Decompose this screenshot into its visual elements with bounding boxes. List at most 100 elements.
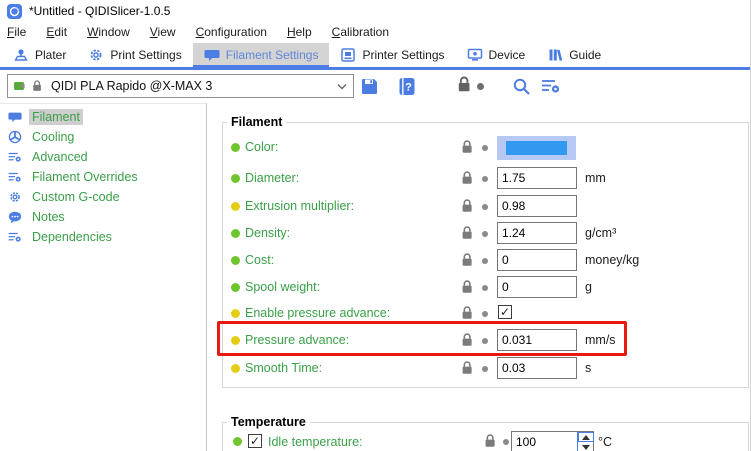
tab-device[interactable]: Device [456,43,537,67]
setting-row-density: Density: g/cm³ [223,222,748,246]
lock-icon[interactable] [461,361,473,375]
idle-temperature-input[interactable] [512,432,576,451]
menu-window[interactable]: Window [80,23,140,42]
diameter-input[interactable] [497,167,577,189]
settings-search-icon[interactable] [541,77,561,98]
tab-guide[interactable]: Guide [536,43,612,67]
tab-plater[interactable]: Plater [2,43,77,67]
extrusion-multiplier-input[interactable] [497,195,577,217]
sidebar-item-filament-overrides[interactable]: Filament Overrides [0,167,206,187]
sidebar-item-advanced[interactable]: Advanced [0,147,206,167]
sync-dot[interactable] [482,176,488,182]
gear-icon [8,190,22,204]
setting-row-smooth-time: Smooth Time: s [223,357,748,381]
sidebar-item-notes[interactable]: Notes [0,207,206,227]
lock-icon[interactable] [461,140,473,154]
sync-dot[interactable] [482,145,488,151]
density-input[interactable] [497,222,577,244]
sidebar-item-label: Filament Overrides [29,169,141,185]
printer-icon [340,47,356,63]
idle-temperature-checkbox[interactable]: ✓ [248,434,262,448]
filament-section: Filament Color: Diameter: mm Extrusion m… [222,122,749,388]
setting-row-pressure-advance: Pressure advance: mm/s [223,329,748,353]
plater-icon [13,47,29,63]
title-bar: *Untitled - QIDISlicer-1.0.5 [0,0,750,22]
tab-label: Device [489,48,526,62]
main-tab-bar: Plater Print Settings Filament Settings … [0,43,751,70]
lock-icon[interactable] [461,253,473,267]
pressure-advance-input[interactable] [497,329,577,351]
smooth-time-input[interactable] [497,357,577,379]
sync-dot[interactable] [482,311,488,317]
lock-icon[interactable] [457,76,471,96]
filament-spool-icon [13,79,28,93]
sync-dot[interactable] [482,338,488,344]
setting-unit: °C [598,435,612,449]
lock-icon[interactable] [461,226,473,240]
tab-label: Plater [35,48,66,62]
color-swatch[interactable] [497,136,576,160]
lock-icon [32,80,42,92]
window-title: *Untitled - QIDISlicer-1.0.5 [29,4,170,18]
list-gear-icon [8,170,22,184]
preset-combobox[interactable]: QIDI PLA Rapido @X-MAX 3 [7,74,354,98]
lock-icon[interactable] [461,280,473,294]
menu-help[interactable]: Help [280,23,322,42]
menu-view[interactable]: View [143,23,186,42]
preset-toolbar: QIDI PLA Rapido @X-MAX 3 ? [0,70,750,103]
cost-input[interactable] [497,249,577,271]
sidebar-item-label: Cooling [29,129,77,145]
sync-dot[interactable] [482,258,488,264]
modified-dot [231,283,240,292]
color-swatch-value [506,141,567,155]
sync-dot[interactable] [477,83,484,90]
app-logo-icon [7,4,22,19]
enable-pressure-advance-checkbox[interactable]: ✓ [498,305,512,319]
menu-file[interactable]: File [0,23,36,42]
tab-printer-settings[interactable]: Printer Settings [329,43,455,67]
menu-configuration[interactable]: Configuration [189,23,277,42]
setting-unit: s [585,361,591,375]
lock-icon[interactable] [461,199,473,213]
menu-edit[interactable]: Edit [39,23,77,42]
setting-label: Color: [245,140,278,154]
lock-icon[interactable] [461,333,473,347]
help-icon[interactable]: ? [398,77,416,99]
spin-down-button[interactable] [578,442,594,451]
sidebar-item-cooling[interactable]: Cooling [0,127,206,147]
sync-dot[interactable] [482,231,488,237]
preset-name: QIDI PLA Rapido @X-MAX 3 [46,79,333,93]
setting-unit: mm/s [585,333,616,347]
tab-filament-settings[interactable]: Filament Settings [193,43,330,67]
setting-row-spool-weight: Spool weight: g [223,276,748,300]
settings-sidebar: Filament Cooling Advanced [0,103,207,451]
spin-up-button[interactable] [578,432,594,442]
setting-unit: mm [585,171,606,185]
sync-dot[interactable] [482,204,488,210]
sidebar-item-label: Custom G-code [29,189,123,205]
sync-dot[interactable] [482,366,488,372]
sidebar-item-custom-gcode[interactable]: Custom G-code [0,187,206,207]
sync-dot[interactable] [482,285,488,291]
lock-icon[interactable] [484,434,496,451]
arrow-up-icon [582,435,590,440]
sidebar-item-label: Advanced [29,149,91,165]
setting-unit: money/kg [585,253,639,267]
menu-calibration[interactable]: Calibration [325,23,399,42]
modified-dot [231,229,240,238]
setting-label: Diameter: [245,171,299,185]
chevron-down-icon[interactable] [337,83,347,90]
modified-dot [231,202,240,211]
spool-weight-input[interactable] [497,276,577,298]
lock-icon[interactable] [461,171,473,185]
sidebar-item-filament[interactable]: Filament [0,107,206,127]
setting-row-extrusion-multiplier: Extrusion multiplier: [223,195,748,219]
sidebar-item-dependencies[interactable]: Dependencies [0,227,206,247]
save-icon[interactable] [360,77,379,99]
search-icon[interactable] [512,77,531,99]
lock-icon[interactable] [461,306,473,320]
tab-print-settings[interactable]: Print Settings [77,43,192,67]
setting-row-color: Color: [223,136,748,160]
sync-dot[interactable] [503,439,509,445]
modified-dot [231,364,240,373]
